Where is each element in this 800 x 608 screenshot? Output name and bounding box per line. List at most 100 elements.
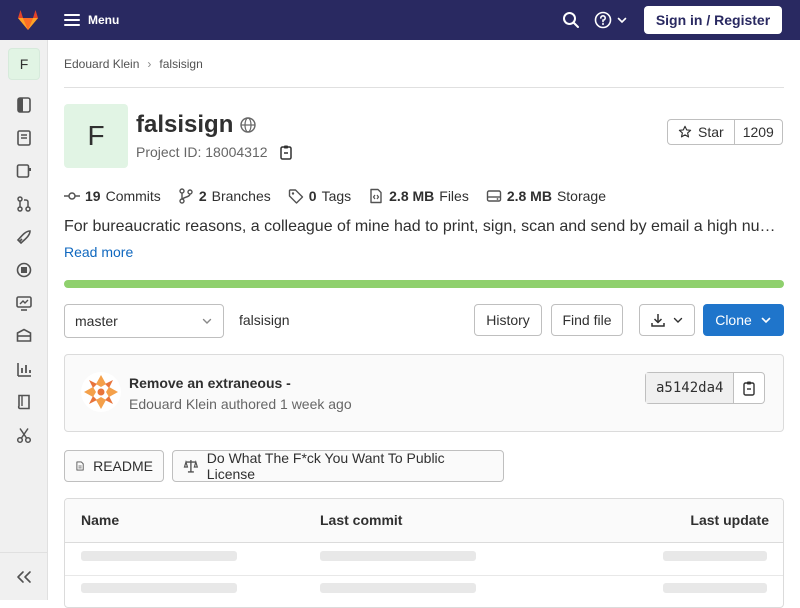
chevron-down-icon — [202, 318, 212, 324]
commit-sha[interactable]: a5142da4 — [646, 373, 735, 403]
copy-sha-button[interactable] — [734, 373, 764, 403]
search-icon[interactable] — [562, 11, 580, 29]
copy-icon — [743, 381, 756, 396]
repository-languages-bar — [64, 280, 784, 288]
branch-icon — [179, 188, 193, 204]
license-button[interactable]: Do What The F*ck You Want To Public Lice… — [172, 450, 504, 482]
project-stats: 19 Commits 2 Branches 0 Tags 2.8 MB File… — [64, 186, 623, 206]
author-avatar[interactable] — [81, 372, 121, 412]
files-size: 2.8 MB — [389, 188, 435, 204]
copy-project-id-icon[interactable] — [278, 144, 294, 160]
scale-icon — [183, 459, 199, 473]
last-commit-panel: Remove an extraneous - Edouard Klein aut… — [64, 354, 784, 432]
sign-in-register-button[interactable]: Sign in / Register — [644, 6, 782, 34]
branches-label: Branches — [211, 188, 271, 204]
breadcrumb-item-owner[interactable]: Edouard Klein — [64, 57, 139, 71]
commit-sha-group: a5142da4 — [645, 372, 766, 404]
file-tree-header: Name Last commit Last update — [65, 499, 783, 543]
sidebar-project-avatar[interactable]: F — [8, 48, 40, 80]
star-label: Star — [698, 124, 724, 140]
loading-skeleton — [320, 551, 476, 561]
commit-authored-label: authored — [220, 396, 277, 412]
clone-label: Clone — [715, 312, 752, 328]
monitor-icon[interactable] — [15, 294, 33, 312]
commits-stat[interactable]: 19 Commits — [64, 188, 161, 204]
branch-switcher[interactable]: master — [64, 304, 224, 338]
star-button-group: Star 1209 — [667, 119, 783, 145]
storage-stat: 2.8 MB Storage — [486, 188, 606, 204]
files-label: Files — [439, 188, 469, 204]
file-code-icon — [370, 188, 382, 204]
hamburger-icon — [64, 14, 80, 26]
breadcrumb-item-project[interactable]: falsisign — [159, 57, 202, 71]
star-button[interactable]: Star — [668, 120, 735, 144]
repository-icon[interactable] — [15, 129, 33, 147]
commit-meta: Edouard Klein authored 1 week ago — [129, 396, 352, 412]
download-icon — [651, 314, 665, 327]
help-dropdown[interactable] — [594, 10, 628, 30]
star-icon — [678, 125, 692, 138]
table-row-divider — [65, 575, 783, 576]
storage-label: Storage — [556, 188, 606, 204]
project-avatar: F — [64, 104, 128, 168]
commits-count: 19 — [85, 188, 101, 204]
history-button[interactable]: History — [474, 304, 542, 336]
commit-author[interactable]: Edouard Klein — [129, 396, 217, 412]
project-description: For bureaucratic reasons, a colleague of… — [64, 218, 780, 235]
readme-label: README — [93, 458, 153, 474]
loading-skeleton — [81, 551, 237, 561]
find-file-button[interactable]: Find file — [551, 304, 623, 336]
issues-icon[interactable] — [15, 162, 33, 180]
tag-icon — [288, 189, 303, 204]
license-label: Do What The F*ck You Want To Public Lice… — [206, 450, 445, 482]
branches-count: 2 — [198, 188, 207, 204]
tags-count: 0 — [308, 188, 317, 204]
menu-label: Menu — [88, 13, 120, 27]
branch-name: master — [75, 313, 118, 329]
repo-breadcrumb-path[interactable]: falsisign — [239, 312, 290, 328]
project-sidebar: F — [0, 40, 48, 600]
globe-icon — [240, 117, 256, 133]
column-last-commit: Last commit — [320, 512, 403, 528]
commit-title[interactable]: Remove an extraneous - — [129, 375, 291, 391]
read-more-link[interactable]: Read more — [64, 244, 133, 260]
loading-skeleton — [320, 583, 476, 593]
loading-skeleton — [663, 551, 767, 561]
merge-requests-icon[interactable] — [15, 195, 33, 213]
star-count[interactable]: 1209 — [735, 120, 782, 144]
chevron-down-icon — [617, 17, 627, 24]
snippets-scissors-icon[interactable] — [15, 426, 33, 444]
wiki-icon[interactable] — [15, 393, 33, 411]
storage-size: 2.8 MB — [506, 188, 552, 204]
column-last-update: Last update — [690, 512, 769, 528]
ci-cd-rocket-icon[interactable] — [15, 228, 33, 246]
loading-skeleton — [81, 583, 237, 593]
collapse-sidebar-button[interactable] — [0, 552, 48, 600]
files-stat[interactable]: 2.8 MB Files — [368, 188, 469, 204]
commit-time: 1 week ago — [280, 396, 352, 412]
analytics-icon[interactable] — [15, 360, 33, 378]
chevron-down-icon — [673, 317, 683, 323]
clone-button[interactable]: Clone — [703, 304, 784, 336]
deployments-icon[interactable] — [15, 261, 33, 279]
packages-icon[interactable] — [15, 327, 33, 345]
gitlab-logo-icon[interactable] — [16, 8, 40, 32]
project-overview-icon[interactable] — [15, 96, 33, 114]
project-id: Project ID: 18004312 — [136, 144, 268, 160]
menu-button[interactable]: Menu — [64, 8, 119, 32]
column-name: Name — [81, 512, 120, 528]
download-dropdown[interactable] — [639, 304, 695, 336]
readme-button[interactable]: README — [64, 450, 164, 482]
project-title: falsisign — [136, 111, 234, 138]
disk-icon — [486, 190, 502, 202]
file-text-icon — [76, 461, 84, 471]
help-icon — [594, 11, 612, 29]
chevron-down-icon — [761, 317, 771, 324]
tags-stat[interactable]: 0 Tags — [288, 188, 351, 204]
commit-icon — [64, 192, 80, 200]
commits-label: Commits — [105, 188, 161, 204]
tags-label: Tags — [321, 188, 352, 204]
breadcrumb-separator-icon: › — [147, 57, 152, 71]
branches-stat[interactable]: 2 Branches — [178, 188, 271, 204]
loading-skeleton — [663, 583, 767, 593]
